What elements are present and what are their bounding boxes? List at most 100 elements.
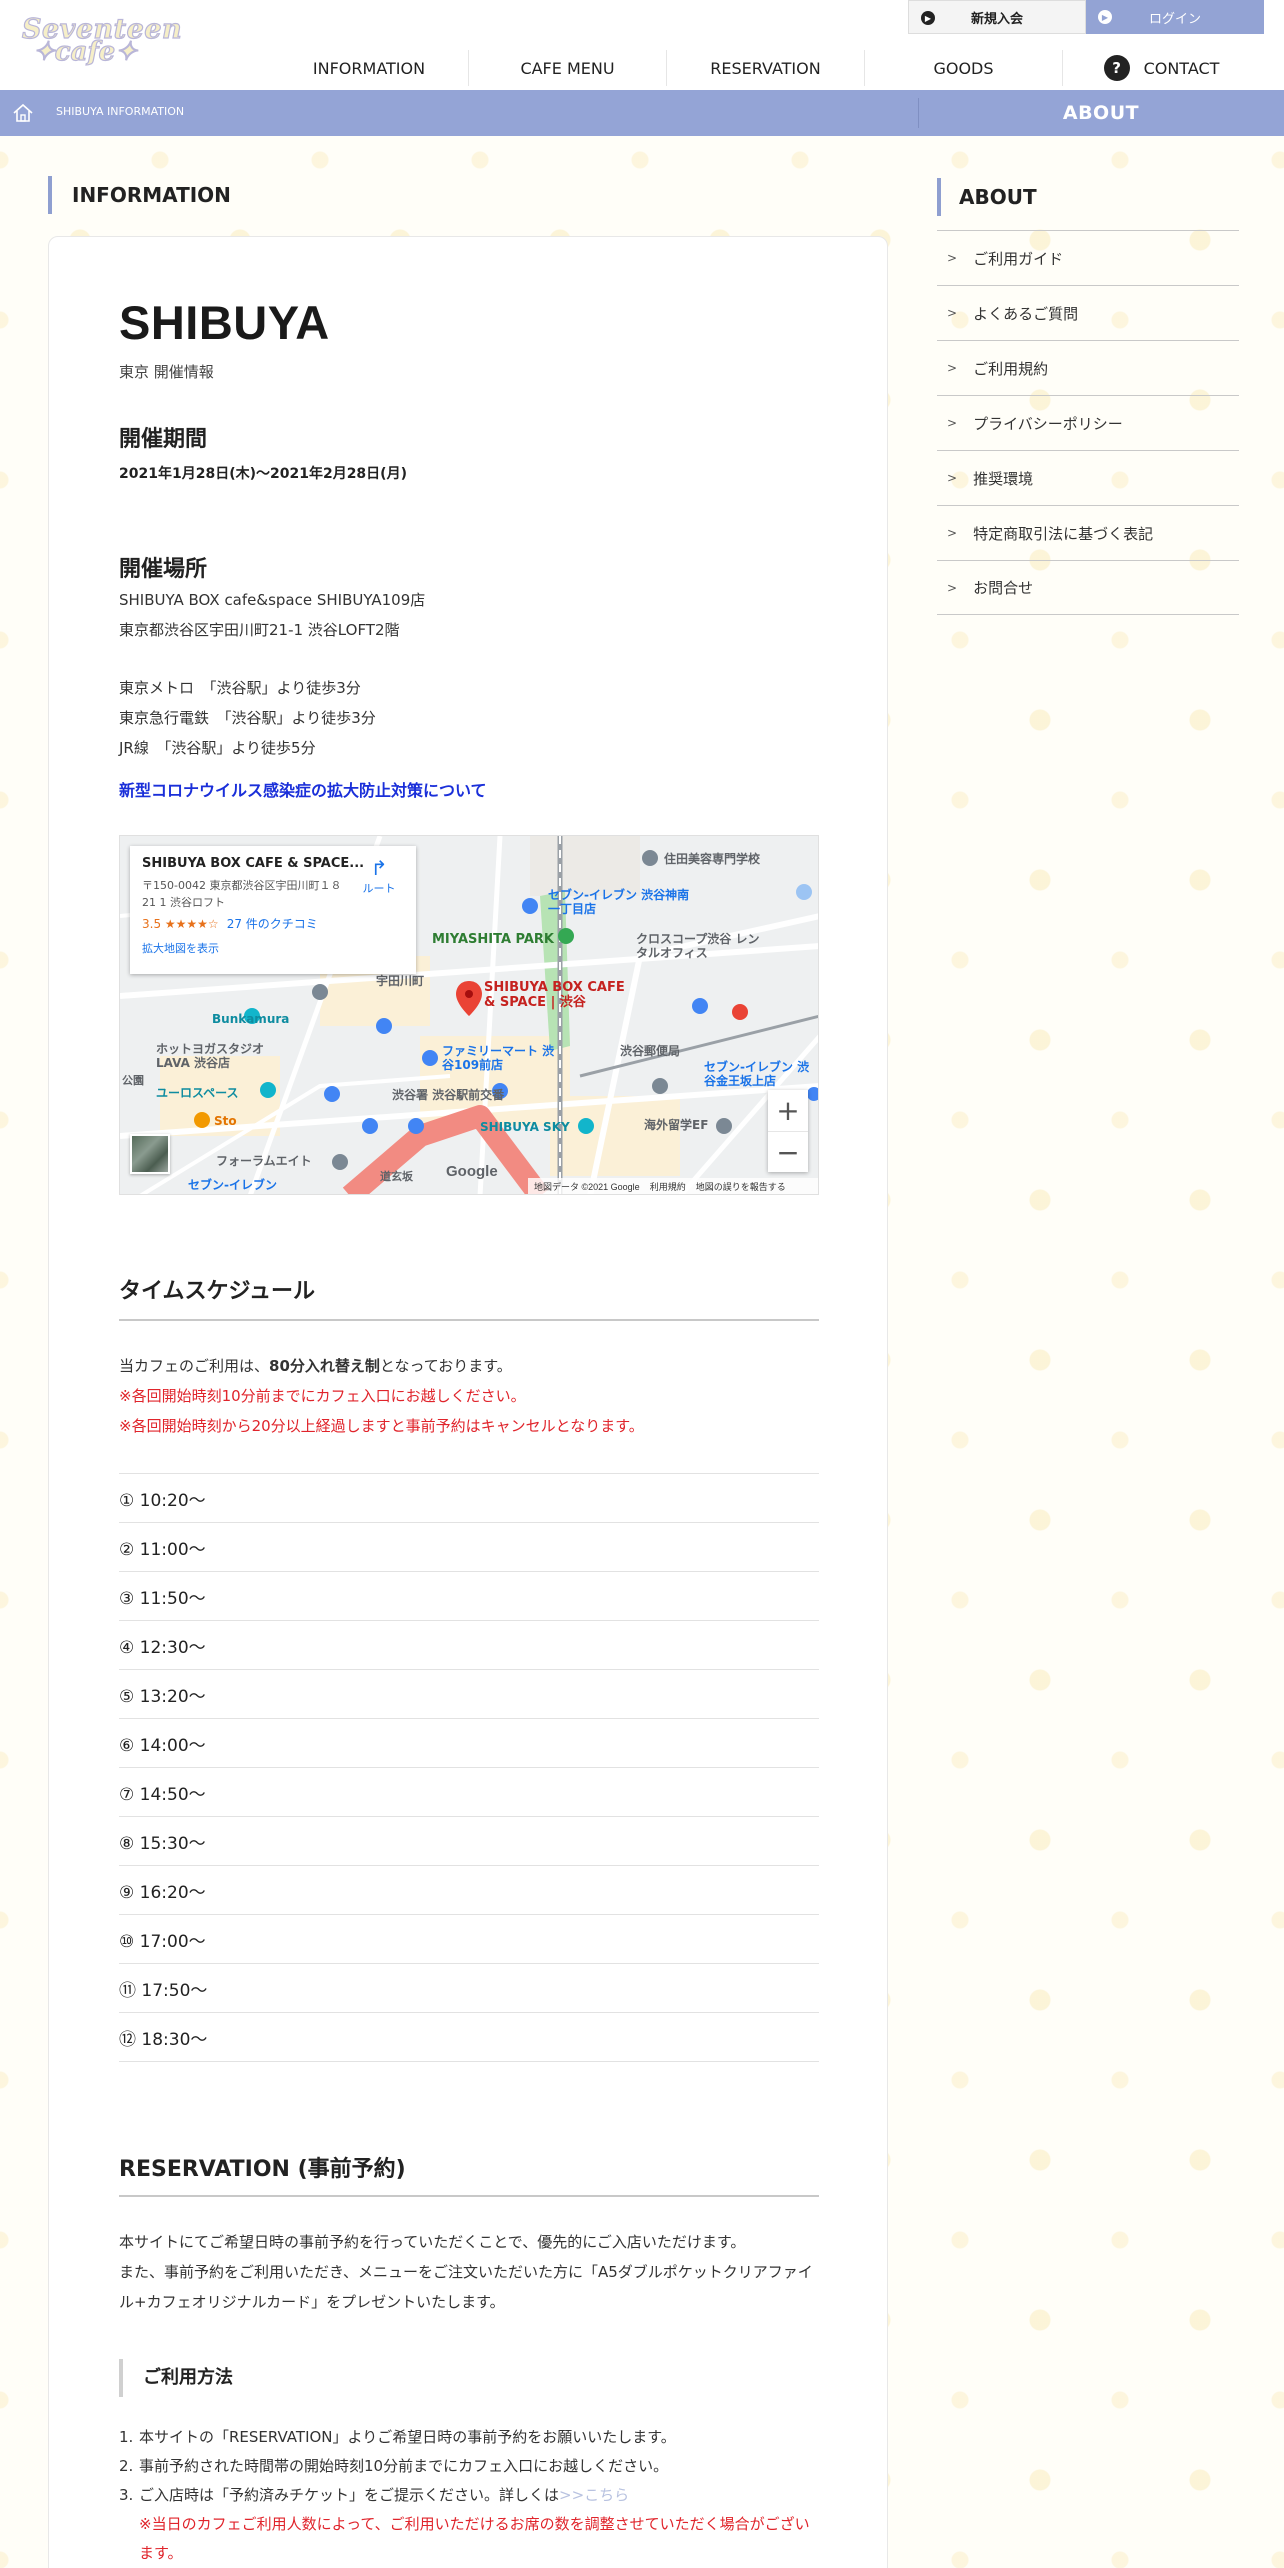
schedule-note: ※各回開始時刻から20分以上経過しますと事前予約はキャンセルとなります。 (119, 1417, 644, 1435)
access-line: 東京急行電鉄 「渋谷駅」より徒歩3分 (119, 709, 376, 727)
about-heading: ABOUT (937, 178, 1037, 216)
page-title: SHIBUYA (119, 296, 330, 349)
access-line: JR線 「渋谷駅」より徒歩5分 (119, 739, 316, 757)
map-label: ユーロスペース (156, 1086, 239, 1100)
covid-measures-link[interactable]: 新型コロナウイルス感染症の拡大防止対策について (119, 777, 819, 801)
map-label: セブン-イレブン (188, 1178, 277, 1192)
sidebar-item-faq[interactable]: > よくあるご質問 (937, 285, 1239, 340)
map-label: MIYASHITA PARK (432, 932, 555, 947)
map-terms-link[interactable]: 利用規約 (650, 1180, 686, 1193)
time-slot: ④ 12:30～ (119, 1620, 819, 1669)
sidebar-item-privacy[interactable]: > プライバシーポリシー (937, 395, 1239, 450)
google-logo: Google (446, 1163, 498, 1180)
sidebar-item-contact[interactable]: > お問合せ (937, 560, 1239, 615)
map-label: セブン-イレブン 渋谷金王坂上店 (704, 1060, 810, 1088)
time-slot: ⑪ 17:50～ (119, 1963, 819, 2012)
map-label: 宇田川町 (376, 974, 425, 988)
enlarge-map-link[interactable]: 拡大地図を表示 (142, 940, 404, 956)
nav-contact[interactable]: ? CONTACT (1062, 50, 1260, 86)
map-data-credit: 地図データ ©2021 Google (534, 1181, 640, 1192)
schedule-note: ※各回開始時刻10分前までにカフェ入口にお越しください。 (119, 1387, 526, 1405)
divider (119, 2195, 819, 2197)
page-subtitle: 東京 開催情報 (119, 363, 214, 381)
breadcrumb: SHIBUYA INFORMATION (56, 105, 185, 118)
time-slot: ⑧ 15:30～ (119, 1816, 819, 1865)
how-to-use-steps: 1. 本サイトの「RESERVATION」よりご希望日時の事前予約をお願いいたしま… (119, 2423, 819, 2568)
register-label: 新規入会 (970, 11, 1023, 27)
home-icon[interactable] (12, 102, 34, 124)
time-slot: ③ 11:50～ (119, 1571, 819, 1620)
account-buttons: ▶ 新規入会 ▶ ログイン (908, 0, 1264, 34)
map-label: クロスコープ渋谷 レンタルオフィス (636, 932, 760, 960)
question-icon: ? (1103, 55, 1130, 81)
map-label: Bunkamura (212, 1012, 290, 1026)
site-logo[interactable]: Seventeen ✦cafe✦ (21, 13, 182, 78)
map-label: セブン-イレブン 渋谷神南一丁目店 (548, 888, 690, 916)
time-slot: ⑩ 17:00～ (119, 1914, 819, 1963)
how-to-use-heading: ご利用方法 (119, 2359, 233, 2397)
map-label: ホットヨガスタジオ LAVA 渋谷店 (156, 1042, 265, 1070)
time-slot: ⑥ 14:00～ (119, 1718, 819, 1767)
sidebar-item-environment[interactable]: > 推奨環境 (937, 450, 1239, 505)
time-slot: ② 11:00～ (119, 1522, 819, 1571)
sidebar-item-guide[interactable]: > ご利用ガイド (937, 230, 1239, 285)
place-rating: 3.5 ★★★★☆ 27 件のクチコミ (142, 915, 404, 932)
map-label: 公園 (122, 1074, 144, 1087)
map-label: ファミリーマート 渋谷109前店 (442, 1044, 555, 1072)
sidebar-item-commerce-law[interactable]: > 特定商取引法に基づく表記 (937, 505, 1239, 560)
google-map[interactable]: MIYASHITA PARK セブン-イレブン 渋谷神南一丁目店 住田美容専門学… (119, 835, 819, 1195)
map-label: 道玄坂 (380, 1170, 413, 1183)
chevron-right-icon: > (947, 471, 958, 485)
login-label: ログイン (1148, 11, 1201, 27)
chevron-right-icon: ▶ (1098, 10, 1112, 24)
content-card: SHIBUYA 東京 開催情報 開催期間 2021年1月28日(木)～2021年… (48, 236, 888, 2568)
map-label: フォーラムエイト (216, 1154, 312, 1168)
nav-information[interactable]: INFORMATION (270, 50, 468, 86)
reservation-description: 本サイトにてご希望日時の事前予約を行っていただくことで、優先的にご入店いただけま… (119, 2227, 819, 2317)
site-header: Seventeen ✦cafe✦ ▶ 新規入会 ▶ ログイン INFORMATI… (0, 0, 1284, 90)
map-place-card: SHIBUYA BOX CAFE & SPACE... 〒150-0042 東京… (130, 846, 416, 974)
chevron-right-icon: > (947, 361, 958, 375)
main-nav: INFORMATION CAFE MENU RESERVATION GOODS … (270, 50, 1260, 86)
venue-address: 東京都渋谷区宇田川町21-1 渋谷LOFT2階 (119, 621, 400, 639)
event-period: 2021年1月28日(木)～2021年2月28日(月) (119, 466, 407, 482)
chevron-right-icon: > (947, 306, 958, 320)
ticket-details-link[interactable]: >>こちら (559, 2486, 629, 2504)
schedule-heading: タイムスケジュール (119, 1279, 316, 1304)
divider (119, 1319, 819, 1321)
register-button[interactable]: ▶ 新規入会 (908, 0, 1086, 34)
route-button[interactable]: ↱ ルート (354, 856, 404, 896)
nav-goods[interactable]: GOODS (864, 50, 1062, 86)
time-slot: ⑤ 13:20～ (119, 1669, 819, 1718)
list-item: 2. 事前予約された時間帯の開始時刻10分前までにカフェ入口にお越しください。 (119, 2457, 669, 2475)
chevron-right-icon: > (947, 416, 958, 430)
map-report-link[interactable]: 地図の誤りを報告する (696, 1180, 786, 1193)
map-footer: 地図データ ©2021 Google 利用規約 地図の誤りを報告する (528, 1178, 818, 1194)
nav-reservation[interactable]: RESERVATION (666, 50, 864, 86)
chevron-right-icon: > (947, 526, 958, 540)
map-label: 住田美容専門学校 (664, 852, 761, 866)
route-label: ルート (362, 882, 396, 895)
time-slot: ⑫ 18:30～ (119, 2012, 819, 2061)
zoom-out-button[interactable]: − (768, 1131, 808, 1172)
time-slot: ① 10:20～ (119, 1473, 819, 1522)
venue-info: SHIBUYA BOX cafe&space SHIBUYA109店 東京都渋谷… (119, 585, 819, 645)
rating-stars: 3.5 ★★★★☆ (142, 917, 219, 931)
satellite-toggle[interactable] (130, 1134, 170, 1174)
access-line: 東京メトロ 「渋谷駅」より徒歩3分 (119, 679, 361, 697)
access-info: 東京メトロ 「渋谷駅」より徒歩3分 東京急行電鉄 「渋谷駅」より徒歩3分 JR線… (119, 673, 819, 763)
map-label: 渋谷郵便局 (620, 1044, 681, 1058)
nav-contact-label: CONTACT (1143, 58, 1220, 78)
map-pin-label[interactable]: SHIBUYA BOX CAFE & SPACE | 渋谷 (484, 980, 634, 1010)
sidebar-item-terms[interactable]: > ご利用規約 (937, 340, 1239, 395)
about-sidebar: > ご利用ガイド > よくあるご質問 > ご利用規約 > プライバシーポリシー > 推奨環… (937, 230, 1239, 615)
step-note: ※当日のカフェご利用人数によって、ご利用いただけるお席の数を調整させていただく場… (139, 2515, 810, 2562)
map-label: 渋谷署 渋谷駅前交番 (392, 1088, 505, 1102)
reviews-link[interactable]: 27 件のクチコミ (227, 917, 318, 931)
schedule-intro: 当カフェのご利用は、80分入れ替え制となっております。 ※各回開始時刻10分前ま… (119, 1351, 819, 1441)
nav-cafe-menu[interactable]: CAFE MENU (468, 50, 666, 86)
login-button[interactable]: ▶ ログイン (1086, 0, 1264, 34)
time-slot: ⑨ 16:20～ (119, 1865, 819, 1914)
zoom-in-button[interactable]: + (768, 1090, 808, 1131)
list-item: 3. ご入店時は「予約済みチケット」をご提示ください。詳しくは>>こちら (119, 2486, 630, 2504)
